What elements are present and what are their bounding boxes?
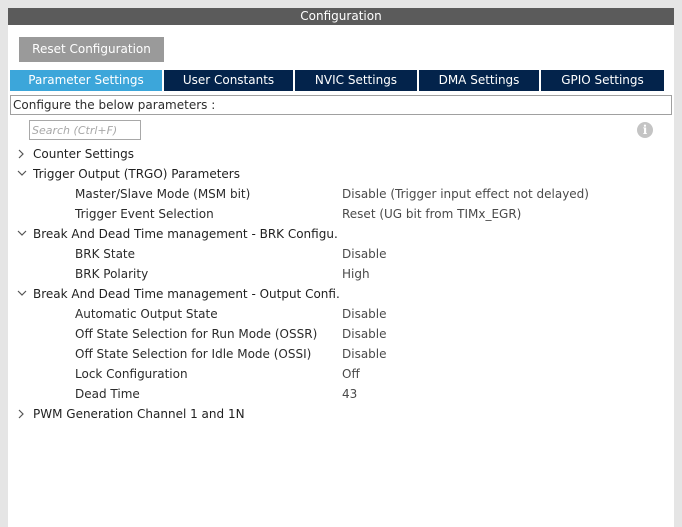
param-value[interactable]: Disable [342,304,387,324]
tree-group-output-configuration[interactable]: Break And Dead Time management - Output … [0,284,682,304]
param-label: Off State Selection for Run Mode (OSSR) [75,327,318,341]
reset-configuration-button[interactable]: Reset Configuration [19,37,164,62]
chevron-down-icon[interactable] [15,164,27,184]
param-label: Lock Configuration [75,367,188,381]
tree-group-counter-settings[interactable]: Counter Settings [0,144,682,164]
chevron-right-icon[interactable] [15,404,27,424]
tab-user-constants[interactable]: User Constants [164,70,295,91]
param-label: Master/Slave Mode (MSM bit) [75,187,251,201]
param-value[interactable]: Off [342,364,360,384]
param-label: Dead Time [75,387,140,401]
param-value[interactable]: Disable [342,344,387,364]
chevron-down-icon[interactable] [15,284,27,304]
param-row-lock-configuration[interactable]: Lock Configuration Off [0,364,682,384]
settings-tabs: Parameter Settings User Constants NVIC S… [10,70,664,91]
param-value[interactable]: Reset (UG bit from TIMx_EGR) [342,204,521,224]
param-row-ossi[interactable]: Off State Selection for Idle Mode (OSSI)… [0,344,682,364]
chevron-down-icon[interactable] [15,224,27,244]
param-value[interactable]: Disable [342,244,387,264]
tab-parameter-settings[interactable]: Parameter Settings [10,70,164,91]
group-label: Counter Settings [33,147,134,161]
param-label: BRK State [75,247,136,261]
param-label: Off State Selection for Idle Mode (OSSI) [75,347,312,361]
param-row-brk-state[interactable]: BRK State Disable [0,244,682,264]
search-input[interactable] [29,120,141,140]
tab-nvic-settings[interactable]: NVIC Settings [295,70,419,91]
tab-gpio-settings[interactable]: GPIO Settings [541,70,664,91]
tree-group-pwm-generation[interactable]: PWM Generation Channel 1 and 1N [0,404,682,424]
param-value[interactable]: Disable [342,324,387,344]
param-row-dead-time[interactable]: Dead Time 43 [0,384,682,404]
tree-group-trigger-output[interactable]: Trigger Output (TRGO) Parameters [0,164,682,184]
group-label: Trigger Output (TRGO) Parameters [33,167,240,181]
group-label: Break And Dead Time management - BRK Con… [33,227,339,241]
window-title: Configuration [8,8,674,25]
param-row-brk-polarity[interactable]: BRK Polarity High [0,264,682,284]
window-frame: Configuration Reset Configuration Parame… [0,0,682,527]
param-label: Trigger Event Selection [75,207,214,221]
param-value[interactable]: High [342,264,370,284]
param-row-automatic-output-state[interactable]: Automatic Output State Disable [0,304,682,324]
group-label: Break And Dead Time management - Output … [33,287,339,301]
group-label: PWM Generation Channel 1 and 1N [33,407,245,421]
configure-parameters-hint: Configure the below parameters : [10,95,672,115]
param-row-ossr[interactable]: Off State Selection for Run Mode (OSSR) … [0,324,682,344]
param-row-master-slave-mode[interactable]: Master/Slave Mode (MSM bit) Disable (Tri… [0,184,682,204]
info-icon[interactable]: i [637,122,653,138]
tab-dma-settings[interactable]: DMA Settings [419,70,541,91]
param-label: BRK Polarity [75,267,149,281]
param-value[interactable]: 43 [342,384,357,404]
chevron-right-icon[interactable] [15,144,27,164]
param-label: Automatic Output State [75,307,218,321]
param-value[interactable]: Disable (Trigger input effect not delaye… [342,184,589,204]
param-row-trigger-event-selection[interactable]: Trigger Event Selection Reset (UG bit fr… [0,204,682,224]
tree-group-brk-configuration[interactable]: Break And Dead Time management - BRK Con… [0,224,682,244]
